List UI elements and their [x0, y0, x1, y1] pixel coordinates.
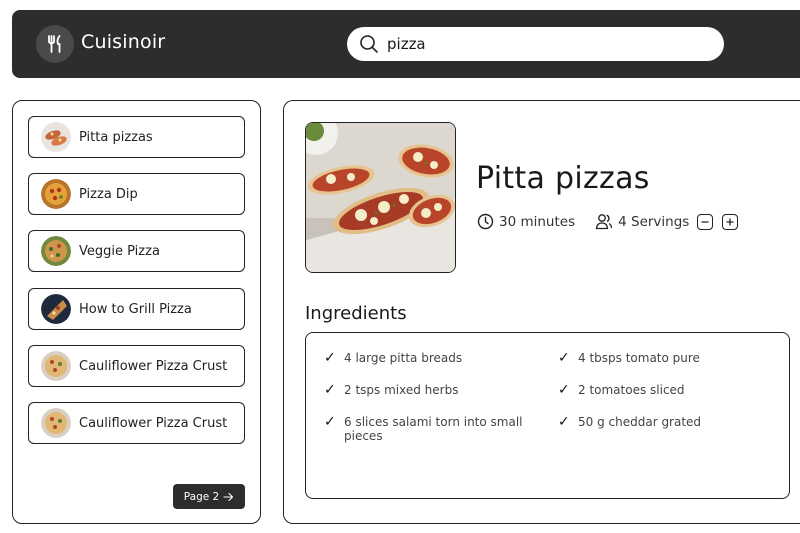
- recipe-thumbnail: [41, 408, 71, 438]
- recipe-thumbnail: [41, 179, 71, 209]
- result-item-label: Cauliflower Pizza Crust: [79, 415, 228, 431]
- result-item-cauliflower-crust-2[interactable]: Cauliflower Pizza Crust: [28, 402, 245, 444]
- ingredient-label: 50 g cheddar grated: [578, 415, 702, 429]
- recipe-image: [305, 122, 456, 273]
- ingredient-label: 4 large pitta breads: [344, 351, 463, 365]
- utensils-icon[interactable]: [36, 25, 74, 63]
- search-bar[interactable]: pizza: [347, 27, 724, 61]
- check-icon: ✓: [324, 414, 336, 430]
- plus-icon: [726, 217, 734, 226]
- servings: 4 Servings: [595, 213, 689, 230]
- ingredient-item: ✓ 2 tomatoes sliced: [558, 383, 758, 397]
- search-input[interactable]: pizza: [387, 35, 426, 53]
- ingredient-label: 6 slices salami torn into small pieces: [344, 415, 523, 443]
- recipe-thumbnail: [41, 122, 71, 152]
- check-icon: ✓: [558, 382, 570, 398]
- recipe-thumbnail: [41, 294, 71, 324]
- recipe-detail-panel: Pitta pizzas 30 minutes 4 Servings Ingre…: [283, 100, 800, 524]
- search-results-sidebar: Pitta pizzas Pizza Dip Veggie Pizza How …: [12, 100, 261, 524]
- ingredients-list: ✓ 4 large pitta breads ✓ 4 tbsps tomato …: [305, 332, 790, 499]
- ingredient-item: ✓ 4 large pitta breads: [324, 351, 524, 365]
- result-item-label: Veggie Pizza: [79, 243, 160, 259]
- ingredient-item: ✓ 4 tbsps tomato pure: [558, 351, 758, 365]
- ingredient-item: ✓ 2 tsps mixed herbs: [324, 383, 524, 397]
- app-header: Cuisinoir pizza: [12, 10, 800, 78]
- app-name[interactable]: Cuisinoir: [81, 31, 165, 53]
- recipe-meta: 30 minutes 4 Servings: [477, 213, 739, 230]
- increase-servings-button[interactable]: [722, 213, 739, 230]
- result-item-pizza-dip[interactable]: Pizza Dip: [28, 173, 245, 215]
- arrow-right-icon: [223, 492, 234, 501]
- check-icon: ✓: [324, 382, 336, 398]
- page-button-label: Page 2: [183, 490, 220, 503]
- check-icon: ✓: [558, 414, 570, 430]
- check-icon: ✓: [558, 350, 570, 366]
- servings-label: 4 Servings: [618, 213, 690, 230]
- result-item-label: Pizza Dip: [79, 186, 138, 202]
- cook-time-label: 30 minutes: [499, 213, 576, 230]
- minus-icon: [701, 220, 709, 223]
- cook-time: 30 minutes: [477, 213, 575, 230]
- clock-icon: [477, 213, 494, 230]
- ingredient-label: 2 tsps mixed herbs: [344, 383, 459, 397]
- decrease-servings-button[interactable]: [697, 213, 714, 230]
- result-item-cauliflower-crust-1[interactable]: Cauliflower Pizza Crust: [28, 345, 245, 387]
- check-icon: ✓: [324, 350, 336, 366]
- recipe-thumbnail: [41, 351, 71, 381]
- ingredient-item: ✓ 50 g cheddar grated: [558, 415, 758, 429]
- result-item-pitta-pizzas[interactable]: Pitta pizzas: [28, 116, 245, 158]
- search-icon: [360, 35, 378, 53]
- users-icon: [595, 214, 613, 230]
- result-item-grill-pizza[interactable]: How to Grill Pizza: [28, 288, 245, 330]
- result-item-veggie-pizza[interactable]: Veggie Pizza: [28, 230, 245, 272]
- recipe-title: Pitta pizzas: [476, 161, 650, 196]
- result-item-label: How to Grill Pizza: [79, 301, 192, 317]
- result-item-label: Pitta pizzas: [79, 129, 153, 145]
- result-item-label: Cauliflower Pizza Crust: [79, 358, 228, 374]
- ingredient-label: 4 tbsps tomato pure: [578, 351, 700, 365]
- ingredient-label: 2 tomatoes sliced: [578, 383, 685, 397]
- next-page-button[interactable]: Page 2: [173, 484, 245, 509]
- ingredients-heading: Ingredients: [305, 303, 407, 324]
- recipe-thumbnail: [41, 236, 71, 266]
- ingredient-item: ✓ 6 slices salami torn into small pieces: [324, 415, 539, 443]
